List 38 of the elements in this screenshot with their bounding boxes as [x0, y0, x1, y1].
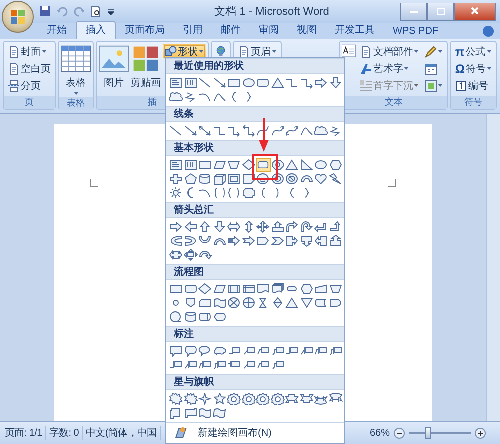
window-title: 文档 1 - Microsoft Word: [214, 4, 330, 19]
section-header: 星与旗帜: [166, 374, 344, 390]
ribbon-button[interactable]: 空白页: [6, 61, 53, 76]
section-header: 标注: [166, 326, 344, 342]
menu-item[interactable]: 新建绘图画布(N): [166, 422, 344, 443]
ribbon-button[interactable]: 编号: [453, 78, 494, 93]
status-item: 字数: 0: [46, 426, 83, 440]
section-header: 基本形状: [166, 140, 344, 156]
symbol-glyph: π: [455, 44, 465, 58]
ribbon-tab[interactable]: 开始: [38, 22, 76, 39]
section-header: 线条: [166, 106, 344, 122]
ribbon-tab[interactable]: 视图: [288, 22, 326, 39]
section-header: 箭头总汇: [166, 202, 344, 218]
group-label: 表格: [59, 97, 93, 110]
ribbon-button[interactable]: 封面: [6, 44, 53, 59]
ribbon-button[interactable]: 剪贴画: [131, 44, 161, 90]
ribbon-tab[interactable]: 审阅: [250, 22, 288, 39]
status-item: 页面: 1/1: [2, 426, 46, 440]
section-header: 流程图: [166, 264, 344, 280]
ribbon-button[interactable]: Ω符号: [453, 61, 494, 76]
zoom-percent: 66%: [368, 428, 391, 438]
ribbon-tab[interactable]: WPS PDF: [384, 25, 448, 39]
ribbon-button[interactable]: π公式: [453, 44, 494, 59]
ribbon-tab[interactable]: 引用: [174, 22, 212, 39]
ribbon-tab[interactable]: 插入: [76, 21, 116, 39]
ribbon-button[interactable]: 文档部件: [358, 44, 422, 59]
ribbon-tab[interactable]: 邮件: [212, 22, 250, 39]
ribbon-button[interactable]: 表格: [61, 44, 91, 95]
ribbon-button[interactable]: 分页: [6, 78, 53, 93]
ribbon-tab[interactable]: 页面布局: [116, 22, 174, 39]
ribbon-tab[interactable]: 开发工具: [326, 22, 384, 39]
group-label: 页: [4, 96, 55, 109]
section-header: 最近使用的形状: [166, 58, 344, 74]
ribbon-button[interactable]: 图片: [99, 44, 129, 90]
status-item: 中文(简体，中国: [82, 426, 161, 440]
ribbon-button[interactable]: 艺术字: [358, 61, 422, 76]
symbol-glyph: Ω: [455, 62, 465, 76]
group-label: 符号: [451, 96, 496, 109]
